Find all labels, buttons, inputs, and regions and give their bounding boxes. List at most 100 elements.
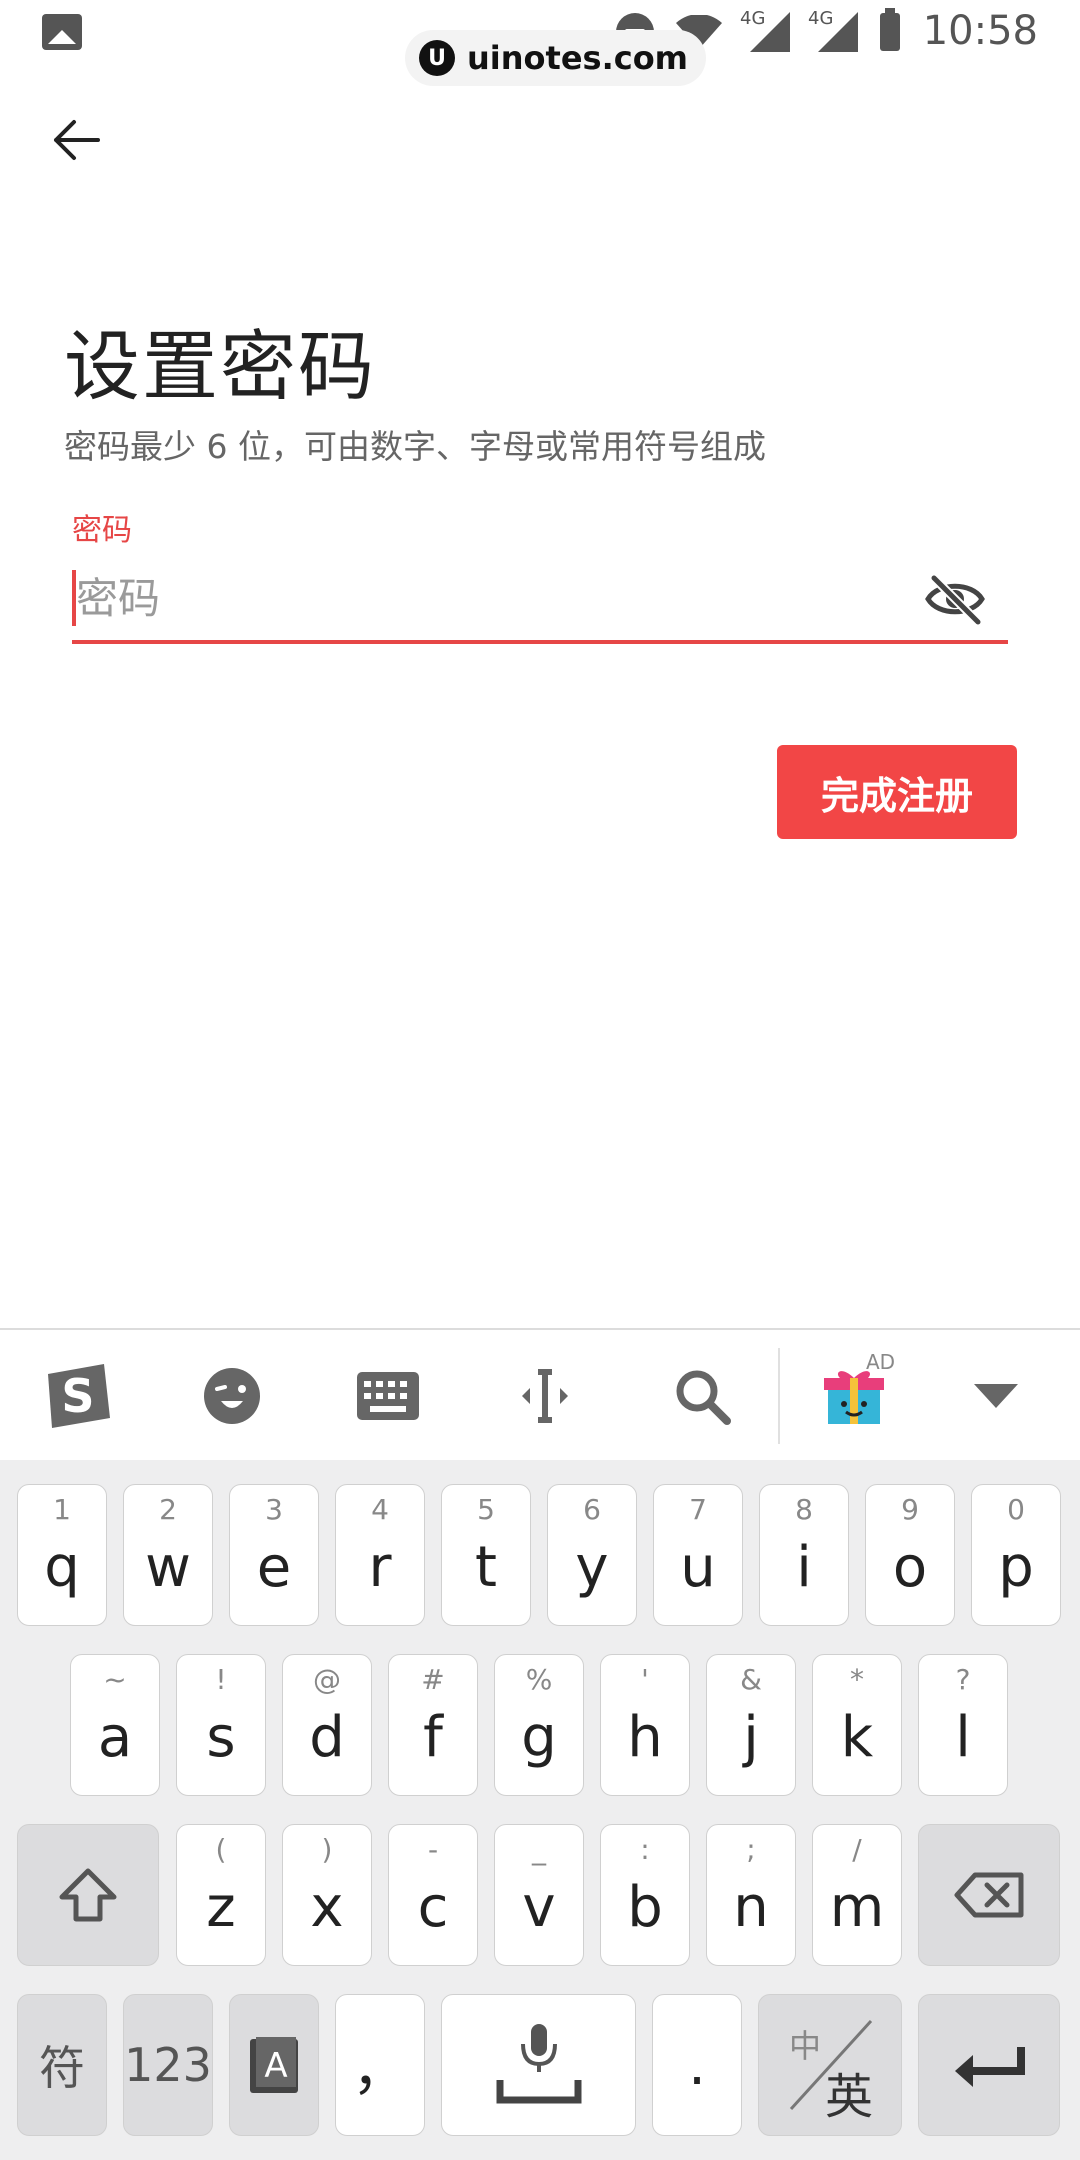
ad-badge: AD <box>866 1350 896 1374</box>
keyboard-icon[interactable] <box>356 1358 420 1434</box>
key-primary-label: z <box>206 1874 236 1940</box>
key-q[interactable]: 1q <box>17 1484 107 1626</box>
emoji-icon[interactable] <box>200 1358 264 1434</box>
key-secondary-label: / <box>852 1833 862 1866</box>
back-arrow-icon[interactable] <box>48 110 108 170</box>
shift-key[interactable] <box>17 1824 159 1966</box>
key-primary-label: f <box>423 1704 443 1770</box>
backspace-key[interactable] <box>918 1824 1060 1966</box>
key-primary-label: s <box>206 1704 236 1770</box>
key-i[interactable]: 8i <box>759 1484 849 1626</box>
collapse-keyboard-icon[interactable] <box>968 1358 1024 1434</box>
key-secondary-label: * <box>850 1663 864 1696</box>
key-p[interactable]: 0p <box>971 1484 1061 1626</box>
password-input[interactable] <box>72 560 896 636</box>
key-secondary-label: ) <box>321 1833 333 1866</box>
key-k[interactable]: * k <box>812 1654 902 1796</box>
key-secondary-label: 9 <box>901 1493 919 1526</box>
key-primary-label: q <box>44 1534 80 1600</box>
key-secondary-label: & <box>740 1663 762 1696</box>
period-key[interactable]: . <box>652 1994 742 2136</box>
language-switch-key[interactable]: 中 英 <box>758 1994 902 2136</box>
key-r[interactable]: 4r <box>335 1484 425 1626</box>
search-icon[interactable] <box>670 1358 734 1434</box>
photo-notification-icon <box>42 14 82 50</box>
password-field-label: 密码 <box>72 513 132 548</box>
key-primary-label: r <box>368 1534 392 1600</box>
key-secondary-label: # <box>421 1663 445 1696</box>
key-o[interactable]: 9o <box>865 1484 955 1626</box>
key-primary-label: d <box>309 1704 345 1770</box>
key-primary-label: v <box>522 1874 556 1940</box>
space-voice-key[interactable] <box>441 1994 636 2136</box>
key-primary-label: p <box>998 1534 1034 1600</box>
key-z[interactable]: (z <box>176 1824 266 1966</box>
lang-key-bottom: 英 <box>825 2069 874 2125</box>
key-secondary-label: 7 <box>689 1493 707 1526</box>
key-n[interactable]: ; n <box>706 1824 796 1966</box>
key-primary-label: c <box>417 1874 449 1940</box>
key-w[interactable]: 2w <box>123 1484 213 1626</box>
svg-text:S: S <box>61 1369 94 1423</box>
key-y[interactable]: 6y <box>547 1484 637 1626</box>
key-d[interactable]: @ d <box>282 1654 372 1796</box>
sogou-logo-icon[interactable]: S <box>38 1358 118 1434</box>
cursor-move-icon[interactable] <box>510 1358 580 1434</box>
signal-icon-1: 4G <box>740 8 790 52</box>
dictionary-key[interactable]: A <box>229 1994 319 2136</box>
key-primary-label: a <box>97 1704 133 1770</box>
key-l[interactable]: ? l <box>918 1654 1008 1796</box>
key-primary-label: j <box>743 1704 759 1770</box>
symbols-key[interactable]: 符 <box>17 1994 107 2136</box>
watermark-logo-icon: U <box>419 40 455 76</box>
key-g[interactable]: % g <box>494 1654 584 1796</box>
key-primary-label: y <box>575 1534 609 1600</box>
key-m[interactable]: / m <box>812 1824 902 1966</box>
watermark: U uinotes.com <box>405 30 707 86</box>
symbols-key-label: 符 <box>39 2041 85 2095</box>
key-secondary-label: 5 <box>477 1493 495 1526</box>
battery-icon <box>880 8 900 51</box>
key-h[interactable]: ' h <box>600 1654 690 1796</box>
key-secondary-label: 6 <box>583 1493 601 1526</box>
hide-password-eye-icon[interactable] <box>924 572 986 626</box>
key-f[interactable]: # f <box>388 1654 478 1796</box>
key-primary-label: t <box>475 1534 497 1600</box>
key-a[interactable]: ~ a <box>70 1654 160 1796</box>
key-secondary-label: 3 <box>265 1493 283 1526</box>
key-secondary-label: @ <box>313 1663 341 1696</box>
key-v[interactable]: _ v <box>494 1824 584 1966</box>
key-e[interactable]: 3e <box>229 1484 319 1626</box>
complete-registration-button[interactable]: 完成注册 <box>777 745 1017 839</box>
key-c[interactable]: -c <box>388 1824 478 1966</box>
key-primary-label: k <box>840 1704 874 1770</box>
key-secondary-label: 8 <box>795 1493 813 1526</box>
key-secondary-label: ( <box>215 1833 227 1866</box>
numbers-key[interactable]: 123 <box>123 1994 213 2136</box>
key-secondary-label: 4 <box>371 1493 389 1526</box>
key-primary-label: e <box>256 1534 292 1600</box>
comma-key-label: ， <box>352 2037 408 2103</box>
key-primary-label: u <box>680 1534 716 1600</box>
key-secondary-label: : <box>640 1833 650 1866</box>
key-j[interactable]: & j <box>706 1654 796 1796</box>
key-primary-label: g <box>521 1704 557 1770</box>
comma-key[interactable]: ， <box>335 1994 425 2136</box>
keyboard-toolbar: S AD <box>0 1328 1080 1462</box>
numbers-key-label: 123 <box>124 2038 212 2092</box>
key-t[interactable]: 5t <box>441 1484 531 1626</box>
key-primary-label: m <box>829 1874 885 1940</box>
key-x[interactable]: ) x <box>282 1824 372 1966</box>
key-primary-label: b <box>627 1874 663 1940</box>
key-secondary-label: 1 <box>53 1493 71 1526</box>
key-u[interactable]: 7u <box>653 1484 743 1626</box>
key-b[interactable]: :b <box>600 1824 690 1966</box>
enter-key[interactable] <box>918 1994 1060 2136</box>
password-field <box>72 560 1008 644</box>
toolbar-divider <box>778 1348 780 1444</box>
key-secondary-label: ; <box>746 1833 756 1866</box>
key-s[interactable]: ! s <box>176 1654 266 1796</box>
soft-keyboard: 1 q 2 w 3 e 4 r 5 t 6 y 7 u 8 i 9 o 0 p ~ a! s @ d # f% g ' h & j * k? l(z… <box>0 1460 1080 2160</box>
key-secondary-label: 2 <box>159 1493 177 1526</box>
key-primary-label: n <box>733 1874 769 1940</box>
